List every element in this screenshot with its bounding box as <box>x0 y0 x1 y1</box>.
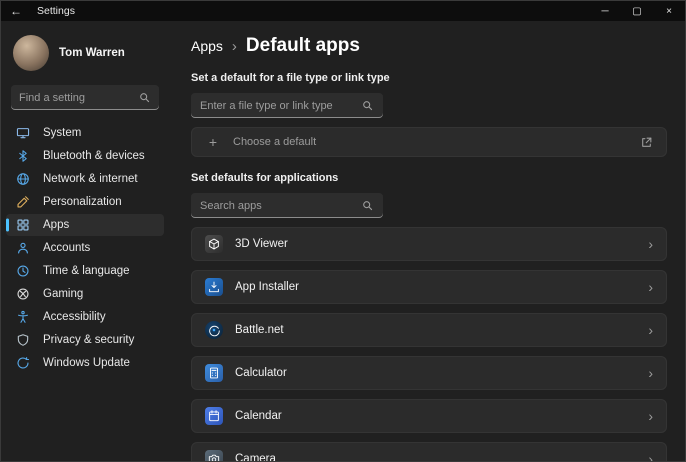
sidebar: Tom Warren System Bluetooth & devices Ne… <box>1 21 169 461</box>
choose-default-row[interactable]: + Choose a default <box>191 127 667 157</box>
back-arrow-icon: ← <box>10 4 22 18</box>
breadcrumb: Apps › Default apps <box>191 35 667 57</box>
app-row-calendar[interactable]: Calendar › <box>191 399 667 433</box>
main-content: Apps › Default apps Set a default for a … <box>169 21 685 461</box>
app-name: Battle.net <box>235 324 284 336</box>
accessibility-icon <box>15 309 31 325</box>
clock-icon <box>15 263 31 279</box>
window-controls: ─ ▢ × <box>589 1 685 21</box>
choose-default-label: Choose a default <box>233 136 316 148</box>
file-type-section-label: Set a default for a file type or link ty… <box>191 72 667 84</box>
user-name: Tom Warren <box>59 47 125 59</box>
bluetooth-icon <box>15 148 31 164</box>
sidebar-item-label: Accessibility <box>43 311 106 323</box>
sidebar-item-label: Personalization <box>43 196 122 208</box>
sidebar-item-label: Bluetooth & devices <box>43 150 145 162</box>
back-button[interactable]: ← <box>1 1 31 21</box>
search-icon <box>361 199 374 212</box>
battlenet-icon <box>205 321 223 339</box>
apps-grid-icon <box>15 217 31 233</box>
calendar-icon <box>205 407 223 425</box>
chevron-right-icon: › <box>648 279 653 295</box>
app-row-battlenet[interactable]: Battle.net › <box>191 313 667 347</box>
sidebar-item-bluetooth-devices[interactable]: Bluetooth & devices <box>6 145 164 167</box>
app-name: Camera <box>235 453 276 461</box>
search-icon <box>138 91 151 104</box>
window-title: Settings <box>37 5 75 17</box>
settings-search-input[interactable] <box>19 92 138 104</box>
sidebar-item-gaming[interactable]: Gaming <box>6 283 164 305</box>
3d-viewer-icon <box>205 235 223 253</box>
app-row-3d-viewer[interactable]: 3D Viewer › <box>191 227 667 261</box>
minimize-icon: ─ <box>601 6 608 17</box>
app-name: Calendar <box>235 410 282 422</box>
plus-icon: + <box>205 134 221 150</box>
file-type-search-box[interactable] <box>191 93 383 118</box>
titlebar: ← Settings ─ ▢ × <box>1 1 685 21</box>
chevron-right-icon: › <box>648 322 653 338</box>
breadcrumb-separator: › <box>232 38 237 55</box>
sidebar-item-network-internet[interactable]: Network & internet <box>6 168 164 190</box>
close-icon: × <box>666 6 672 17</box>
user-profile[interactable]: Tom Warren <box>1 27 169 77</box>
apps-section-label: Set defaults for applications <box>191 172 667 184</box>
sidebar-item-label: Apps <box>43 219 69 231</box>
chevron-right-icon: › <box>648 365 653 381</box>
system-icon <box>15 125 31 141</box>
app-row-calculator[interactable]: Calculator › <box>191 356 667 390</box>
search-icon <box>361 99 374 112</box>
app-row-camera[interactable]: Camera › <box>191 442 667 461</box>
app-search-input[interactable] <box>200 200 355 212</box>
person-icon <box>15 240 31 256</box>
sidebar-item-label: Gaming <box>43 288 83 300</box>
maximize-button[interactable]: ▢ <box>621 1 653 21</box>
file-type-input[interactable] <box>200 100 355 112</box>
app-row-app-installer[interactable]: App Installer › <box>191 270 667 304</box>
app-name: 3D Viewer <box>235 238 288 250</box>
app-installer-icon <box>205 278 223 296</box>
app-search-box[interactable] <box>191 193 383 218</box>
sidebar-item-label: Accounts <box>43 242 90 254</box>
sidebar-item-time-language[interactable]: Time & language <box>6 260 164 282</box>
chevron-right-icon: › <box>648 451 653 461</box>
chevron-right-icon: › <box>648 236 653 252</box>
sidebar-item-accessibility[interactable]: Accessibility <box>6 306 164 328</box>
close-button[interactable]: × <box>653 1 685 21</box>
minimize-button[interactable]: ─ <box>589 1 621 21</box>
globe-icon <box>15 171 31 187</box>
update-icon <box>15 355 31 371</box>
camera-icon <box>205 450 223 461</box>
settings-search-box[interactable] <box>11 85 159 110</box>
chevron-right-icon: › <box>648 408 653 424</box>
app-name: Calculator <box>235 367 287 379</box>
sidebar-item-personalization[interactable]: Personalization <box>6 191 164 213</box>
maximize-icon: ▢ <box>632 6 641 17</box>
sidebar-item-accounts[interactable]: Accounts <box>6 237 164 259</box>
shield-icon <box>15 332 31 348</box>
external-link-icon <box>640 136 653 149</box>
sidebar-item-apps[interactable]: Apps <box>6 214 164 236</box>
breadcrumb-apps-link[interactable]: Apps <box>191 38 223 54</box>
sidebar-item-label: Windows Update <box>43 357 130 369</box>
sidebar-item-system[interactable]: System <box>6 122 164 144</box>
sidebar-item-label: Privacy & security <box>43 334 134 346</box>
brush-icon <box>15 194 31 210</box>
sidebar-item-privacy-security[interactable]: Privacy & security <box>6 329 164 351</box>
sidebar-item-windows-update[interactable]: Windows Update <box>6 352 164 374</box>
xbox-icon <box>15 286 31 302</box>
calculator-icon <box>205 364 223 382</box>
sidebar-item-label: System <box>43 127 81 139</box>
sidebar-item-label: Network & internet <box>43 173 138 185</box>
avatar <box>13 35 49 71</box>
sidebar-item-label: Time & language <box>43 265 130 277</box>
app-name: App Installer <box>235 281 299 293</box>
sidebar-nav: System Bluetooth & devices Network & int… <box>1 122 169 383</box>
page-title: Default apps <box>246 35 360 57</box>
